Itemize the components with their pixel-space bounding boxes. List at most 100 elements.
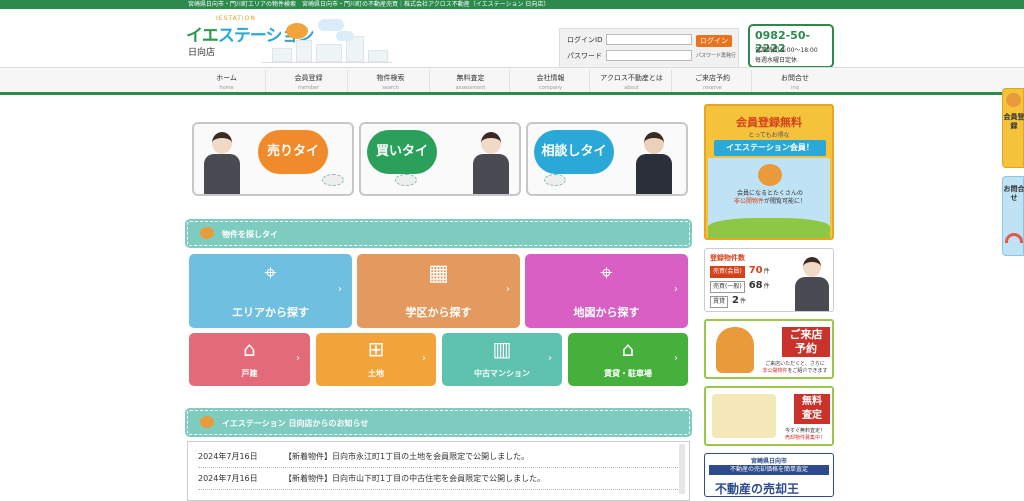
- building-icon: ▥: [492, 337, 512, 361]
- nav-company[interactable]: 会社情報 company: [512, 70, 590, 92]
- nav-label: ご来店予約: [695, 74, 730, 82]
- nav-sublabel: company: [538, 85, 563, 91]
- search-section-header: 物件を探しタイ: [185, 219, 692, 248]
- nav-sublabel: assessment: [455, 85, 486, 91]
- business-hours: 営業時間 9:00～18:00: [755, 47, 818, 54]
- fish-mascot-icon: [716, 327, 754, 373]
- search-by-area-button[interactable]: ⌖ エリアから探す ›: [189, 254, 352, 328]
- password-input[interactable]: [606, 50, 692, 61]
- man-photo: [632, 130, 678, 194]
- fish-mascot-icon: [1006, 93, 1021, 107]
- fish-mascot-icon: [395, 174, 417, 186]
- nav-member[interactable]: 会員登録 member: [270, 70, 348, 92]
- skyline-illustration: [262, 33, 392, 63]
- visit-txt-a: ご来店いただくと、さらに: [765, 361, 825, 367]
- woman-photo: [469, 130, 515, 194]
- member-registration-banner[interactable]: 会員登録無料 とってもお得な イエステーション会員！ 会員になるとたくさんの 非公…: [704, 104, 834, 240]
- member-banner-sub: とってもお得な: [748, 132, 790, 139]
- sale-price-assessment-banner[interactable]: 宮崎県日向市 不動産の売却価格を簡単査定 不動産の売却王: [704, 453, 834, 497]
- nav-home[interactable]: ホーム home: [188, 70, 266, 92]
- search-land-button[interactable]: ⊞ 土地 ›: [316, 333, 436, 386]
- count-tag: 売買(会員): [710, 266, 745, 278]
- login-button[interactable]: ログイン: [696, 35, 732, 47]
- count-row: 売買(会員) 70件: [710, 265, 770, 278]
- visit-reservation-tag: ご来店 予約: [782, 327, 830, 357]
- banner-sell-label: 売りタイ: [258, 130, 328, 174]
- chevron-right-icon: ›: [296, 353, 300, 364]
- cloud-icon: [336, 31, 354, 41]
- visit-txt-c: をご紹介できます: [787, 368, 828, 374]
- count-unit: 件: [739, 298, 746, 305]
- chevron-right-icon: ›: [338, 284, 342, 295]
- search-detached-house-button[interactable]: ⌂ 戸建 ›: [189, 333, 310, 386]
- visit-tag-a: ご来店: [789, 328, 823, 341]
- fish-mascot-icon: [758, 164, 782, 186]
- count-tag: 賃貸: [710, 296, 729, 308]
- news-scrollbar[interactable]: [679, 444, 685, 494]
- search-used-condo-button[interactable]: ▥ 中古マンション ›: [442, 333, 562, 386]
- site-header: IESTATION イエステーション 日向店 ログインID パスワード ログイン…: [0, 9, 1024, 68]
- banner-buy[interactable]: 買いタイ: [359, 122, 521, 196]
- cloud-icon: [318, 19, 344, 31]
- member-msg-a: 会員になるとたくさんの: [736, 190, 803, 197]
- nav-search[interactable]: 物件検索 search: [352, 70, 430, 92]
- nav-assessment[interactable]: 無料査定 assessment: [432, 70, 510, 92]
- map-pin-icon: ⌖: [264, 261, 277, 286]
- nav-sublabel: reserve: [703, 85, 722, 91]
- nav-label: 会員登録: [294, 74, 323, 82]
- detached-house-label: 戸建: [241, 369, 258, 378]
- search-section-title: 物件を探しタイ: [222, 230, 278, 239]
- count-value: 2: [732, 295, 739, 306]
- map-marker-icon: ⌖: [600, 261, 613, 286]
- top-info-text: 宮崎県日向市・門川町エリアの物件検索 宮崎県日向市・門川町の不動産売買｜株式会社…: [188, 1, 550, 8]
- count-value: 68: [748, 280, 763, 291]
- nav-label: 会社情報: [536, 74, 565, 82]
- search-by-school-district-button[interactable]: ▦ 学区から探す ›: [357, 254, 520, 328]
- count-row: 賃貸 2件: [710, 295, 746, 308]
- count-unit: 件: [763, 268, 770, 275]
- search-by-map-button[interactable]: ⌖ 地図から探す ›: [525, 254, 688, 328]
- member-msg-b: 非公開物件: [733, 198, 764, 205]
- nav-sublabel: about: [624, 85, 639, 91]
- count-value: 70: [748, 265, 763, 276]
- miyazaki-banner-sub: 不動産の売却価格を簡単査定: [709, 465, 829, 475]
- news-item[interactable]: 2024年7月16日 【新着物件】日向市永江町1丁目の土地を会員限定で公開しました…: [198, 446, 678, 468]
- nav-sublabel: home: [219, 85, 234, 91]
- news-item[interactable]: 2024年7月16日 【新着物件】日向市山下町1丁目の中古住宅を会員限定で公開しま…: [198, 468, 678, 490]
- count-unit: 件: [763, 283, 770, 290]
- chevron-right-icon: ›: [548, 353, 552, 364]
- logo-store-name: 日向店: [188, 48, 216, 58]
- school-icon: ▦: [428, 261, 449, 286]
- banner-consult-label: 相談しタイ: [534, 130, 614, 174]
- member-banner-title: 会員登録無料: [736, 116, 802, 129]
- assess-tag-a: 無料: [802, 396, 822, 407]
- floating-inquiry-tab[interactable]: お問合せ: [1002, 176, 1024, 256]
- visit-tag-b: 予約: [795, 342, 817, 355]
- floating-member-tab[interactable]: 会員登録: [1002, 88, 1024, 168]
- login-id-input[interactable]: [606, 34, 692, 45]
- town-illustration: [712, 394, 776, 438]
- nav-inquiry[interactable]: お問合せ inq: [756, 70, 834, 92]
- assess-txt-b: 売却物件募集中！: [784, 435, 825, 441]
- nav-reserve[interactable]: ご来店予約 reserve: [674, 70, 752, 92]
- visit-reservation-banner[interactable]: ご来店 予約 ご来店いただくと、さらに 非公開物件をご紹介できます: [704, 319, 834, 379]
- top-info-bar: 宮崎県日向市・門川町エリアの物件検索 宮崎県日向市・門川町の不動産売買｜株式会社…: [0, 0, 1024, 9]
- member-banner-message: 会員になるとたくさんの 非公開物件が閲覧可能に！: [712, 190, 828, 206]
- banner-consult[interactable]: 相談しタイ: [526, 122, 688, 196]
- login-box: ログインID パスワード ログイン パスワード再発行: [559, 28, 739, 68]
- nav-label: 物件検索: [376, 74, 405, 82]
- free-assessment-banner[interactable]: 無料 査定 今すぐ無料査定！ 売却物件募集中！: [704, 386, 834, 446]
- nav-sublabel: search: [382, 85, 399, 91]
- nav-about[interactable]: アクロス不動産とは about: [592, 70, 672, 92]
- hill-illustration: [708, 218, 830, 238]
- news-date: 2024年7月16日: [198, 452, 258, 461]
- visit-reservation-text: ご来店いただくと、さらに 非公開物件をご紹介できます: [756, 361, 832, 375]
- woman-photo: [795, 257, 829, 311]
- password-reissue-link[interactable]: パスワード再発行: [696, 52, 736, 59]
- search-rental-parking-button[interactable]: ⌂ 賃貸・駐車場 ›: [568, 333, 688, 386]
- count-row: 売買(一般) 68件: [710, 280, 770, 293]
- miyazaki-banner-region: 宮崎県日向市: [750, 458, 787, 465]
- nav-label: ホーム: [216, 74, 237, 82]
- banner-sell[interactable]: 売りタイ: [192, 122, 354, 196]
- fish-mascot-icon: [544, 174, 566, 186]
